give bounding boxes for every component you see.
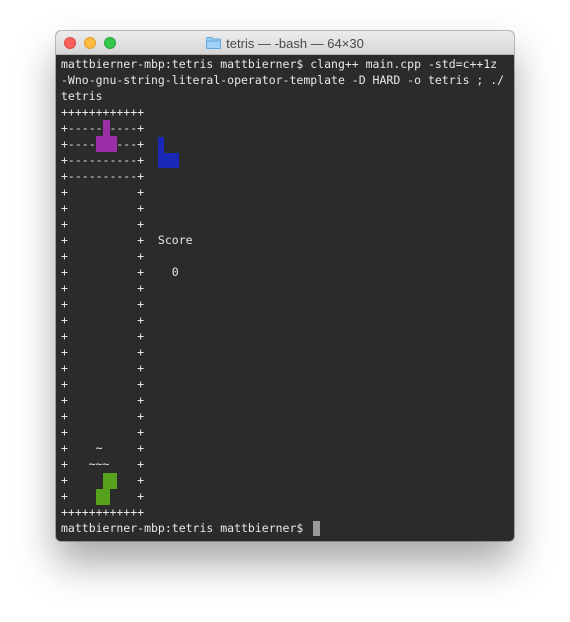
board-row: + + [61,201,145,215]
board-row-score-label: + + Score [61,233,193,247]
shell-prompt: mattbierner-mbp:tetris mattbierner$ [61,521,311,535]
board-row: + ~ + [61,441,145,455]
close-button[interactable] [64,37,76,49]
terminal-line: mattbierner-mbp:tetris mattbierner$ clan… [61,57,498,71]
board-row-score-value: + + 0 [61,265,179,279]
board-row: +----------+ [61,169,145,183]
window-title: tetris — -bash — 64×30 [226,35,364,51]
terminal-output[interactable]: mattbierner-mbp:tetris mattbierner$ clan… [56,55,514,541]
board-row: + + [61,377,145,391]
board-row: + + [61,393,145,407]
board-row: + + [61,249,145,263]
piece-block [158,153,179,168]
board-row: + + [61,361,145,375]
minimize-button[interactable] [84,37,96,49]
terminal-line: -Wno-gnu-string-literal-operator-templat… [61,73,505,87]
title-bar[interactable]: tetris — -bash — 64×30 [56,31,514,55]
board-row: + + [61,281,145,295]
text-cursor [313,521,320,536]
piece-block [103,120,110,136]
board-row: +----------+ [61,153,145,167]
piece-block [96,136,117,152]
board-row: + ~~~ + [61,457,145,471]
board-row: + + [61,329,145,343]
board-row: + + [61,217,145,231]
board-row: + + [61,409,145,423]
board-row: + + [61,313,145,327]
board-top-border: ++++++++++++ [61,105,145,119]
piece-block [103,473,117,489]
zoom-button[interactable] [104,37,116,49]
board-row: + + [61,345,145,359]
board-bottom-border: ++++++++++++ [61,505,145,519]
piece-block [96,489,110,505]
board-row: + + [61,185,145,199]
terminal-window: tetris — -bash — 64×30 mattbierner-mbp:t… [56,31,514,541]
piece-block [158,137,164,153]
board-row: + + [61,297,145,311]
terminal-line: tetris [61,89,103,103]
folder-icon [206,37,222,49]
board-row: + + [61,425,145,439]
